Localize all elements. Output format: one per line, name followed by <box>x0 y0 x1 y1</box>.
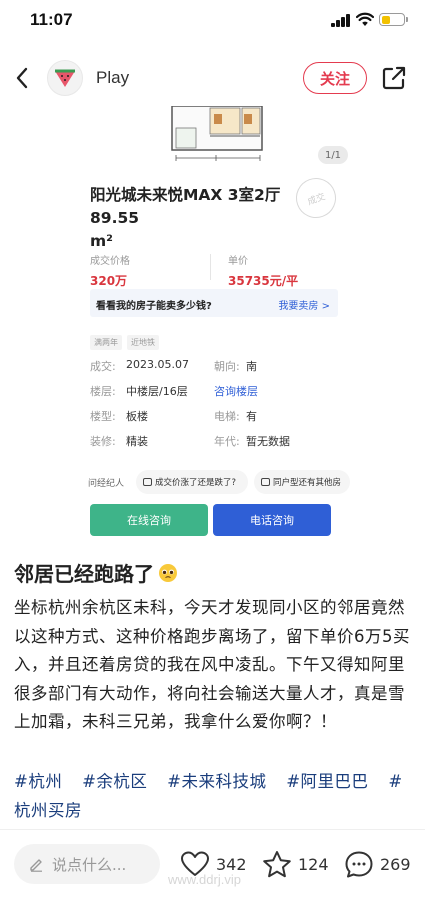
chat-bubble-icon <box>261 478 270 486</box>
like-count: 342 <box>216 854 247 874</box>
detail-row: 成交: 2023.05.07 朝向: 南 <box>90 358 338 374</box>
detail-row: 装修: 精装 年代: 暂无数据 <box>90 433 338 449</box>
question-chip: 成交价涨了还是跌了? <box>136 470 248 494</box>
comment-count: 269 <box>380 854 411 874</box>
back-button[interactable] <box>8 64 36 92</box>
chip-text: 成交价涨了还是跌了? <box>155 478 237 488</box>
favorite-button[interactable]: 124 <box>262 849 329 879</box>
unit-price-label: 单价 <box>228 256 248 267</box>
comment-placeholder: 说点什么... <box>52 855 127 874</box>
listing-title-line1: 阳光城未来悦MAX 3室2厅 89.55 <box>90 186 281 227</box>
pleading-face-icon <box>159 563 177 582</box>
share-icon[interactable] <box>381 65 407 91</box>
battery-tip <box>406 17 408 22</box>
banner-text: 看看我的房子能卖多少钱? <box>96 301 212 312</box>
favorite-count: 124 <box>298 854 329 874</box>
detail-label: 年代: <box>214 435 240 448</box>
watermelon-icon <box>55 69 75 87</box>
detail-value: 精装 <box>126 435 148 448</box>
listing-tags: 满两年 近地铁 <box>90 335 159 350</box>
hashtag-link[interactable]: #阿里巴巴 <box>286 772 368 791</box>
banner-link: 我要卖房 > <box>278 301 330 312</box>
deal-price-value: 320万 <box>90 274 128 288</box>
hashtag-link[interactable]: #杭州 <box>14 772 62 791</box>
wifi-icon <box>356 12 374 26</box>
unit-price-value: 35735元/平 <box>228 274 299 288</box>
detail-value: 暂无数据 <box>246 435 290 448</box>
detail-row: 楼层: 中楼层/16层 咨询楼层 <box>90 383 338 399</box>
price-divider <box>210 254 211 280</box>
detail-label: 装修: <box>90 435 116 448</box>
battery-icon <box>379 13 405 26</box>
detail-label: 电梯: <box>214 410 240 423</box>
hashtag-link[interactable]: #余杭区 <box>82 772 147 791</box>
post-body: 坐标杭州余杭区未科，今天才发现同小区的邻居竟然以这种方式、这种价格跑步离场了，留… <box>14 598 410 732</box>
question-chip: 同户型还有其他房 <box>254 470 350 494</box>
chevron-left-icon <box>16 67 28 89</box>
detail-value: 中楼层/16层 <box>126 385 188 398</box>
star-icon <box>263 850 291 877</box>
listing-title: 阳光城未来悦MAX 3室2厅 89.55 m² <box>90 184 330 253</box>
image-counter: 1/1 <box>318 146 348 164</box>
cellular-signal-icon <box>331 14 351 27</box>
detail-label: 成交: <box>90 360 116 373</box>
comment-bubble-icon <box>345 851 373 877</box>
detail-label: 朝向: <box>214 360 240 373</box>
unit-price-block: 单价 35735元/平 <box>228 252 298 289</box>
status-bar: 11:07 <box>0 0 425 44</box>
bottom-divider <box>0 829 425 830</box>
post-title-text: 邻居已经跑路了 <box>14 562 154 586</box>
floorplan-image <box>171 106 263 161</box>
agent-row: 问经纪人 成交价涨了还是跌了? 同户型还有其他房 <box>88 469 350 495</box>
phone-consult-button: 电话咨询 <box>213 504 331 536</box>
online-consult-button: 在线咨询 <box>90 504 208 536</box>
author-name[interactable]: Play <box>96 68 129 88</box>
deal-price-label: 成交价格 <box>90 256 130 267</box>
detail-value: 2023.05.07 <box>126 358 189 371</box>
sell-house-banner: 看看我的房子能卖多少钱? 我要卖房 > <box>90 289 338 317</box>
watermark: www.ddrj.vip <box>168 872 241 887</box>
agent-label: 问经纪人 <box>88 479 125 489</box>
detail-value: 有 <box>246 410 257 423</box>
pencil-icon <box>30 859 42 872</box>
comment-button[interactable]: 269 <box>344 849 411 879</box>
nav-bar: Play 关注 <box>0 52 425 104</box>
avatar[interactable] <box>47 60 83 96</box>
post-image[interactable]: 1/1 阳光城未来悦MAX 3室2厅 89.55 m² 成交 成交价格 320万… <box>78 106 350 542</box>
tag: 近地铁 <box>127 335 159 350</box>
hashtag-link[interactable]: #未来科技城 <box>167 772 266 791</box>
battery-level <box>381 15 390 24</box>
detail-label: 楼层: <box>90 385 116 398</box>
detail-value: 南 <box>246 360 257 373</box>
post-title: 邻居已经跑路了 <box>14 558 178 587</box>
detail-value: 板楼 <box>126 410 148 423</box>
follow-button[interactable]: 关注 <box>303 62 367 94</box>
tag: 满两年 <box>90 335 122 350</box>
consult-floor-link: 咨询楼层 <box>214 385 258 398</box>
chip-text: 同户型还有其他房 <box>273 478 342 488</box>
listing-title-line2: m² <box>90 232 113 250</box>
hashtags: #杭州 #余杭区 #未来科技城 #阿里巴巴 #杭州买房 <box>14 768 414 825</box>
detail-label: 楼型: <box>90 410 116 423</box>
detail-row: 楼型: 板楼 电梯: 有 <box>90 408 338 424</box>
chat-bubble-icon <box>143 478 152 486</box>
deal-price-block: 成交价格 320万 <box>90 252 130 289</box>
status-time: 11:07 <box>30 10 73 29</box>
comment-input[interactable]: 说点什么... <box>14 844 160 884</box>
